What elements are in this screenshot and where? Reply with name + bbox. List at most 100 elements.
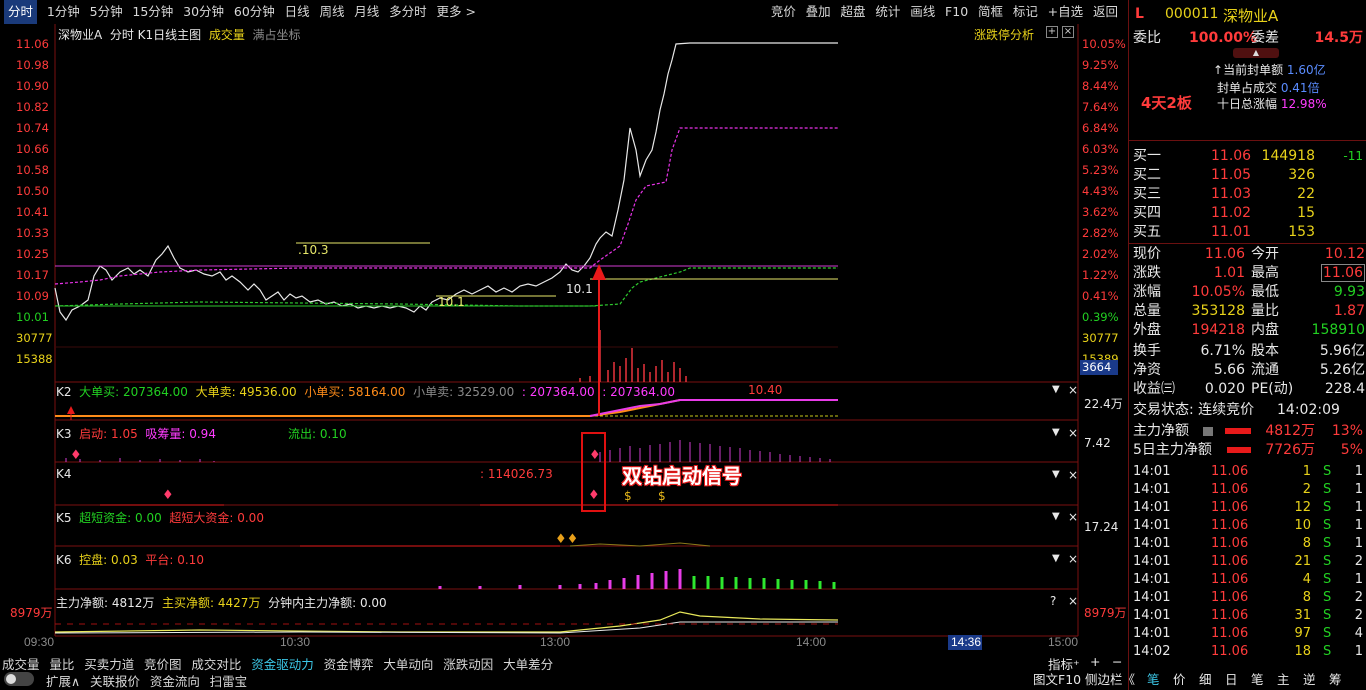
tab-capital-flow[interactable]: 资金流向 <box>150 671 200 690</box>
k5-ultra-big: 超短大资金: 0.00 <box>169 511 264 525</box>
tab-reverse[interactable]: 逆 <box>1303 670 1316 690</box>
pct-tick: 2.82% <box>1082 226 1119 240</box>
stat-label: 涨幅 <box>1133 284 1161 300</box>
chevron-down-icon[interactable]: ▼ <box>1052 427 1060 438</box>
crosshair-value: 3664 <box>1080 360 1118 375</box>
tab-capital-game[interactable]: 资金博弈 <box>324 654 374 673</box>
help-icon[interactable]: ? <box>1050 594 1056 608</box>
tab-main[interactable]: 主 <box>1277 670 1290 690</box>
chevron-down-icon[interactable]: ▼ <box>1052 469 1060 480</box>
stat-value: 228.4 <box>1324 381 1365 397</box>
flow-axis-right: 8979万 <box>1084 606 1127 620</box>
chevron-down-icon[interactable]: ▼ <box>1052 511 1060 522</box>
tab-stroke[interactable]: 笔 <box>1251 670 1264 690</box>
stat-label: 外盘 <box>1133 322 1161 338</box>
avg-price-line <box>54 127 838 285</box>
tick-volume: 4 <box>1302 572 1311 587</box>
coord-label[interactable]: 满占坐标 <box>252 28 300 42</box>
five-net-row: 5日主力净额 7726万 5% <box>1129 441 1366 460</box>
diamond-icon: ♦ <box>162 488 174 503</box>
stat-value: 194218 <box>1191 322 1245 338</box>
close-icon[interactable]: × <box>1068 552 1078 566</box>
tab-capital-drive[interactable]: 资金驱动力 <box>251 654 314 673</box>
k6-label: K6 <box>56 553 72 567</box>
bid-label: 买三 <box>1133 186 1161 202</box>
tick-side: S <box>1323 572 1332 587</box>
bid-row[interactable]: 买二 11.05 326 <box>1129 166 1366 185</box>
stat-value: 1.01 <box>1213 265 1245 281</box>
price-annotation: 10.1 <box>566 282 593 296</box>
pct-tick: 5.23% <box>1082 163 1119 177</box>
tab-chips[interactable]: 筹 <box>1329 670 1342 690</box>
stat-row: 收益㈢ 0.020 PE(动) 228.4 <box>1129 380 1366 399</box>
tab-related-quote[interactable]: 关联报价 <box>90 671 140 690</box>
tick-volume: 12 <box>1294 500 1311 515</box>
tab-price[interactable]: 价 <box>1173 670 1186 690</box>
tick-volume: 21 <box>1294 554 1311 569</box>
tab-f10-graphic[interactable]: 图文F10 <box>1033 670 1081 690</box>
pct-tick: 2.02% <box>1082 247 1119 261</box>
board-count: 4天2板 <box>1141 94 1192 112</box>
close-icon[interactable]: × <box>1062 26 1074 38</box>
market-tag: L <box>1135 6 1144 22</box>
pct-tick: 9.25% <box>1082 58 1119 72</box>
money-bag-icon: $ <box>658 489 666 503</box>
tab-mine-sweeper[interactable]: 扫雷宝 <box>210 671 248 690</box>
close-icon[interactable]: × <box>1068 594 1078 608</box>
stat-value: 1.87 <box>1333 303 1365 319</box>
tick-side: S <box>1323 608 1332 623</box>
pct-tick: 0.41% <box>1082 289 1119 303</box>
tick-price: 11.06 <box>1211 518 1249 533</box>
stat-row: 现价 11.06 今开 10.12 <box>1129 245 1366 264</box>
tick-price: 11.06 <box>1211 464 1249 479</box>
tick-price: 11.06 <box>1211 626 1249 641</box>
volume-label[interactable]: 成交量 <box>209 28 245 42</box>
k5-ultra: 超短资金: 0.00 <box>79 511 162 525</box>
bid-volume: 15 <box>1297 205 1315 221</box>
divider <box>1129 243 1366 244</box>
tick-count: 1 <box>1354 500 1363 515</box>
tab-tick[interactable]: 笔 <box>1147 670 1160 690</box>
close-icon[interactable]: × <box>1068 510 1078 524</box>
tab-price-reason[interactable]: 涨跌动因 <box>443 654 493 673</box>
expand-toggle[interactable] <box>4 672 34 686</box>
remove-panel-icon[interactable]: − <box>1112 654 1122 669</box>
five-net-label: 5日主力净额 <box>1133 442 1212 458</box>
bottom-bar: 成交量 量比 买卖力道 竞价图 成交对比 资金驱动力 资金博弈 大单动向 涨跌动… <box>0 652 1128 690</box>
time-0930: 09:30 <box>24 635 54 649</box>
stat-label: PE(动) <box>1251 381 1294 397</box>
tab-sidebar[interactable]: 侧边栏《 <box>1085 670 1135 690</box>
chevron-down-icon[interactable]: ▼ <box>1052 384 1060 395</box>
bid-row[interactable]: 买三 11.03 22 <box>1129 185 1366 204</box>
stat-value: 10.05% <box>1191 284 1245 300</box>
k6-control: 控盘: 0.03 <box>79 553 138 567</box>
price-tick: 10.33 <box>16 226 49 240</box>
bid-row[interactable]: 买四 11.02 15 <box>1129 204 1366 223</box>
chevron-down-icon[interactable]: ▼ <box>1052 553 1060 564</box>
stat-row: 总量 353128 量比 1.87 <box>1129 302 1366 321</box>
close-icon[interactable]: × <box>1068 383 1078 397</box>
close-icon[interactable]: × <box>1068 426 1078 440</box>
tab-big-order-diff[interactable]: 大单差分 <box>503 654 553 673</box>
pct-tick: 6.03% <box>1082 142 1119 156</box>
plus-icon[interactable]: + <box>1046 26 1058 38</box>
bid-row[interactable]: 买五 11.01 153 <box>1129 223 1366 242</box>
tab-day[interactable]: 日 <box>1225 670 1238 690</box>
tick-row: 14:01 11.06 12 S 1 <box>1129 499 1366 517</box>
bid-row[interactable]: 买一 11.06 144918 -11 <box>1129 147 1366 166</box>
tab-volume[interactable]: 成交量 <box>2 654 40 673</box>
tab-detail[interactable]: 细 <box>1199 670 1212 690</box>
close-icon[interactable]: × <box>1068 468 1078 482</box>
info-icon[interactable] <box>1203 427 1213 436</box>
stat-value: 9.93 <box>1333 284 1365 300</box>
tab-expand[interactable]: 扩展∧ <box>46 671 80 690</box>
tab-big-order-trend[interactable]: 大单动向 <box>383 654 433 673</box>
collapse-icon[interactable]: ▲ <box>1233 48 1279 58</box>
stat-label: 换手 <box>1133 343 1161 359</box>
stat-value: 6.71% <box>1200 343 1245 359</box>
bid-price: 11.03 <box>1211 186 1252 202</box>
add-panel-icon[interactable]: + <box>1090 654 1100 669</box>
limit-analysis-button[interactable]: 涨跌停分析 <box>974 26 1034 43</box>
seal-row: ↑当前封单额 1.60亿 <box>1213 63 1326 77</box>
ten-day-value: 12.98% <box>1280 97 1327 111</box>
